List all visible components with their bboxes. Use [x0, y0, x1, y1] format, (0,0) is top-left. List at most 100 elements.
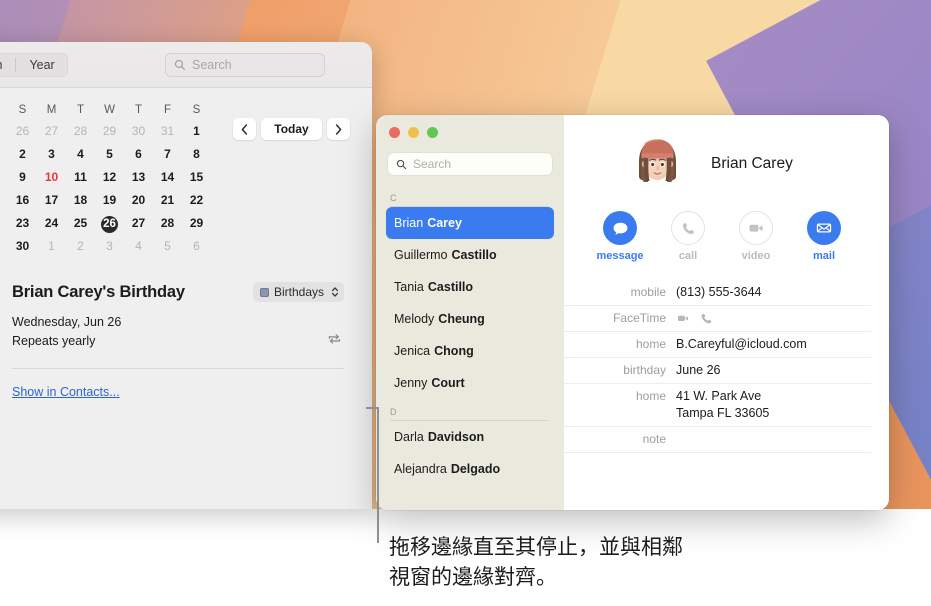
weekday-header: F	[163, 104, 172, 116]
calendar-day-cell[interactable]: 29	[95, 123, 124, 139]
contacts-search-field[interactable]: Search	[388, 153, 552, 175]
calendar-day-cell[interactable]: 12	[95, 169, 124, 185]
calendar-day-cell[interactable]: 18	[66, 192, 95, 208]
calendar-day-cell[interactable]: 1	[37, 238, 66, 254]
contact-field-value[interactable]: B.Careyful@icloud.com	[676, 336, 807, 353]
calendar-day-cell[interactable]: 2	[66, 238, 95, 254]
calendar-day-cell[interactable]: 11	[66, 169, 95, 185]
calendar-day-cell[interactable]: 26	[8, 123, 37, 139]
calendar-day-cell[interactable]: 2	[8, 146, 37, 162]
calendar-week-row: 2345678	[8, 146, 372, 162]
calendar-day-cell[interactable]: 3	[37, 146, 66, 162]
calendar-day-cell[interactable]: 29	[182, 215, 211, 231]
calendar-day-cell[interactable]: 3	[95, 238, 124, 254]
weekday-header: T	[134, 104, 143, 116]
calendar-day-cell[interactable]: 30	[8, 238, 37, 254]
contact-identity: Brian Carey	[564, 115, 889, 195]
calendar-week-row: 9 10 11 12 13 14 15	[8, 169, 372, 185]
action-call[interactable]: call	[654, 211, 722, 262]
calendar-day-cell[interactable]: 21	[153, 192, 182, 208]
calendar-day-cell[interactable]: 20	[124, 192, 153, 208]
contact-first-name: Guillermo	[394, 248, 448, 262]
calendar-day-cell[interactable]: 28	[66, 123, 95, 139]
weekday-header: T	[76, 104, 85, 116]
segment-year[interactable]: Year	[16, 53, 67, 77]
contact-list-item[interactable]: Brian Carey	[386, 207, 554, 239]
contact-first-name: Jenny	[394, 376, 428, 390]
calendar-day-cell[interactable]: 25	[66, 215, 95, 231]
calendar-day-cell[interactable]: 6	[124, 146, 153, 162]
contact-field-value[interactable]: 41 W. Park Ave Tampa FL 33605	[676, 388, 769, 422]
calendar-day-cell[interactable]: 30	[124, 123, 153, 139]
contacts-section-header: D	[390, 407, 548, 421]
calendar-day-cell[interactable]: 19	[95, 192, 124, 208]
contact-field-value[interactable]: June 26	[676, 362, 720, 379]
show-in-contacts-link[interactable]: Show in Contacts...	[12, 385, 120, 399]
action-video[interactable]: video	[722, 211, 790, 262]
calendar-nav-group: Today	[233, 118, 350, 140]
calendar-day-cell[interactable]: 10	[37, 169, 66, 185]
contact-list-item[interactable]: Darla Davidson	[386, 421, 554, 453]
calendar-day-cell[interactable]: 23	[8, 215, 37, 231]
calendar-day-cell[interactable]: 16	[8, 192, 37, 208]
contact-last-name: Court	[431, 376, 465, 390]
calendar-day-cell[interactable]: 5	[95, 146, 124, 162]
minimize-button[interactable]	[408, 127, 419, 138]
weekday-header: S	[192, 104, 201, 116]
contact-list-item[interactable]: Jenny Court	[386, 367, 554, 399]
caption-line-1: 拖移邊緣直至其停止，並與相鄰	[389, 535, 683, 559]
contact-field-row: note	[564, 427, 871, 453]
calendar-day-cell[interactable]: 27	[37, 123, 66, 139]
calendar-day-cell[interactable]: 14	[153, 169, 182, 185]
contact-list-item[interactable]: Tania Castillo	[386, 271, 554, 303]
calendar-week-row: 23 24 25 26 27 28 29	[8, 215, 372, 233]
calendar-day-cell[interactable]: 1	[182, 123, 211, 139]
maximize-button[interactable]	[427, 127, 438, 138]
calendar-search-field[interactable]: Search	[165, 53, 325, 77]
calendar-day-cell[interactable]: 15	[182, 169, 211, 185]
calendar-window: th Year Search	[0, 42, 372, 509]
calendar-day-cell[interactable]: 27	[124, 215, 153, 231]
prev-month-button[interactable]	[233, 118, 256, 140]
calendar-day-cell[interactable]: 7	[153, 146, 182, 162]
today-button[interactable]: Today	[261, 118, 322, 140]
calendar-day-cell[interactable]: 5	[153, 238, 182, 254]
action-message[interactable]: message	[586, 211, 654, 262]
calendar-day-cell[interactable]: 26	[95, 215, 124, 233]
contact-list-item[interactable]: Jenica Chong	[386, 335, 554, 367]
phone-icon[interactable]	[700, 312, 713, 325]
calendar-day-cell[interactable]: 13	[124, 169, 153, 185]
contact-last-name: Cheung	[438, 312, 485, 326]
contact-field-value[interactable]	[676, 310, 713, 326]
calendar-day-cell[interactable]: 4	[124, 238, 153, 254]
segment-month[interactable]: th	[0, 53, 15, 77]
calendar-day-cell[interactable]: 4	[66, 146, 95, 162]
contact-field-label: mobile	[630, 285, 666, 299]
contact-last-name: Castillo	[427, 280, 474, 294]
contact-list-item[interactable]: Alejandra Delgado	[386, 453, 554, 485]
calendar-day-cell[interactable]: 9	[8, 169, 37, 185]
action-mail[interactable]: mail	[790, 211, 858, 262]
calendar-day-cell[interactable]: 8	[182, 146, 211, 162]
video-camera-icon	[739, 211, 773, 245]
event-meta: Wednesday, Jun 26 Repeats yearly	[12, 313, 344, 351]
contact-field-value[interactable]: (813) 555-3644	[676, 284, 761, 301]
calendar-select[interactable]: Birthdays	[252, 282, 344, 302]
calendar-day-cell[interactable]: 31	[153, 123, 182, 139]
contact-list-item[interactable]: Melody Cheung	[386, 303, 554, 335]
calendar-day-cell[interactable]: 22	[182, 192, 211, 208]
contact-list-item[interactable]: Guillermo Castillo	[386, 239, 554, 271]
calendar-select-label: Birthdays	[273, 285, 324, 299]
contact-field-label: home	[635, 389, 666, 403]
contacts-sidebar: Search C Brian Carey Guillermo Castillo Tania…	[376, 115, 564, 510]
calendar-day-cell[interactable]: 28	[153, 215, 182, 231]
calendar-day-cell[interactable]: 17	[37, 192, 66, 208]
calendar-day-cell[interactable]: 24	[37, 215, 66, 231]
video-camera-icon[interactable]	[676, 311, 691, 326]
calendar-day-cell[interactable]: 6	[182, 238, 211, 254]
contacts-list[interactable]: C Brian Carey Guillermo Castillo Tania Castill…	[376, 185, 564, 510]
next-month-button[interactable]	[327, 118, 350, 140]
view-segmented-control[interactable]: th Year	[0, 53, 68, 77]
close-button[interactable]	[389, 127, 400, 138]
contact-field-row: home 41 W. Park Ave Tampa FL 33605	[564, 384, 871, 427]
